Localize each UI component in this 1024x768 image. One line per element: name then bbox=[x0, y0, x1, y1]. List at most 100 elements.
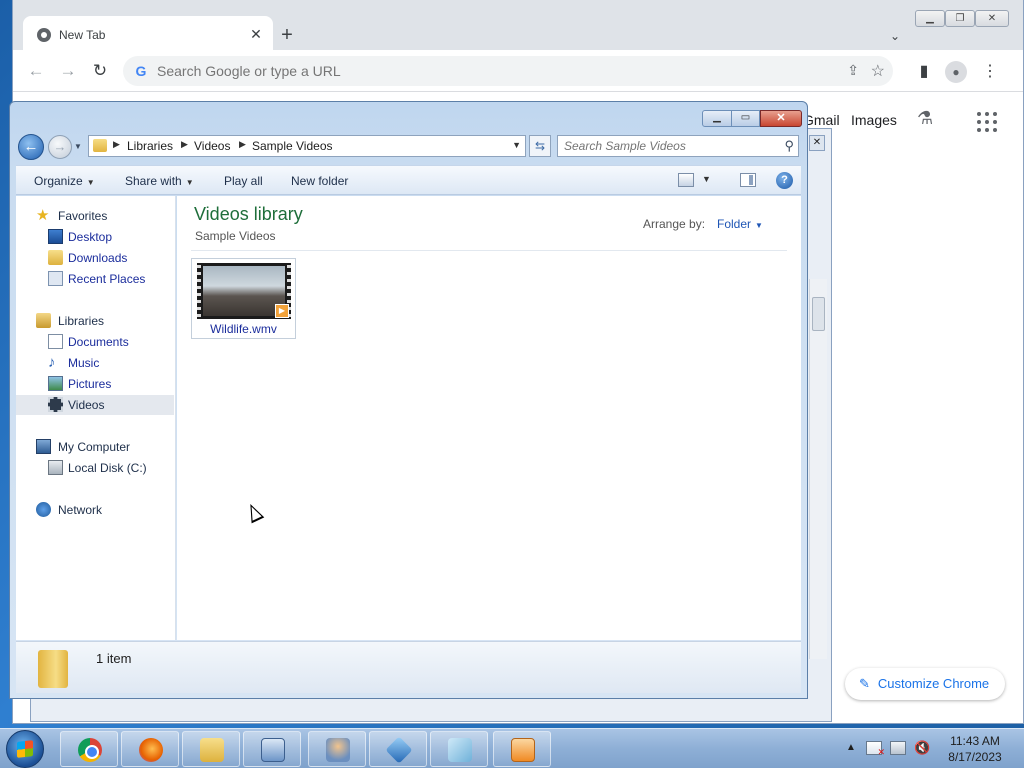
customize-chrome-button[interactable]: ✎ Customize Chrome bbox=[845, 668, 1005, 700]
chrome-favicon-icon bbox=[37, 28, 51, 42]
nav-my-computer[interactable]: My Computer bbox=[16, 437, 174, 457]
chrome-menu-kebab-icon[interactable]: ⋮ bbox=[979, 61, 1001, 83]
share-with-label: Share with bbox=[125, 174, 182, 188]
search-labs-flask-icon[interactable]: ⚗ bbox=[917, 108, 941, 132]
breadcrumb-separator-icon[interactable]: ▶ bbox=[181, 139, 188, 150]
view-options-chevron-icon[interactable]: ▼ bbox=[702, 174, 711, 184]
taskbar-media-player-button[interactable] bbox=[493, 731, 551, 767]
side-panel-icon[interactable]: ▮ bbox=[913, 61, 935, 83]
background-window-scrollbar[interactable] bbox=[809, 279, 827, 659]
folder-icon bbox=[93, 139, 107, 152]
taskbar-notepad-button[interactable] bbox=[430, 731, 488, 767]
profile-avatar-icon[interactable]: ● bbox=[945, 61, 967, 83]
forward-arrow-icon[interactable]: → bbox=[57, 60, 79, 82]
explorer-window: ▁ ▭ ✕ ← → ▼ ▶ Libraries ▶ Videos ▶ Sampl… bbox=[9, 101, 808, 699]
change-view-icon[interactable] bbox=[678, 173, 694, 187]
file-item[interactable]: ▶ Wildlife.wmv bbox=[191, 258, 296, 339]
share-icon[interactable]: ⇪ bbox=[847, 62, 859, 79]
desktop-icon bbox=[48, 229, 63, 244]
nav-recent-places[interactable]: Recent Places bbox=[16, 269, 174, 289]
omnibox[interactable]: G ⇪ ☆ bbox=[123, 56, 893, 86]
bookmark-star-icon[interactable]: ☆ bbox=[871, 61, 885, 81]
recent-places-icon bbox=[48, 271, 63, 286]
breadcrumb-separator-icon[interactable]: ▶ bbox=[113, 139, 120, 150]
nav-videos[interactable]: Videos bbox=[16, 395, 174, 415]
nav-label: Documents bbox=[68, 335, 129, 349]
google-apps-grid-icon[interactable] bbox=[977, 112, 997, 132]
start-button[interactable] bbox=[6, 730, 44, 768]
explorer-maximize-button[interactable]: ▭ bbox=[732, 110, 760, 127]
chrome-toolbar: ← → ↻ G ⇪ ☆ ▮ ● ⋮ bbox=[13, 50, 1023, 92]
refresh-icon[interactable]: ⇆ bbox=[529, 135, 551, 157]
chrome-close-button[interactable]: ✕ bbox=[975, 10, 1009, 27]
play-all-button[interactable]: Play all bbox=[224, 174, 263, 188]
nav-label: Network bbox=[58, 503, 103, 517]
search-box[interactable]: ⚲ bbox=[557, 135, 799, 157]
chrome-minimize-button[interactable]: ▁ bbox=[915, 10, 945, 27]
nav-documents[interactable]: Documents bbox=[16, 332, 174, 352]
omnibox-input[interactable] bbox=[157, 61, 837, 81]
network-status-icon[interactable] bbox=[890, 741, 906, 755]
taskbar-users-button[interactable] bbox=[308, 731, 366, 767]
command-bar: Organize ▼ Share with ▼ Play all New folde… bbox=[16, 165, 801, 195]
chrome-restore-button[interactable]: ❐ bbox=[945, 10, 975, 27]
preview-pane-icon[interactable] bbox=[740, 173, 756, 187]
explorer-minimize-button[interactable]: ▁ bbox=[702, 110, 732, 127]
nav-local-disk[interactable]: Local Disk (C:) bbox=[16, 458, 174, 478]
content-pane: Videos library Sample Videos Arrange by:… bbox=[177, 196, 801, 640]
forward-button[interactable]: → bbox=[48, 135, 72, 159]
action-center-flag-icon[interactable] bbox=[866, 741, 885, 758]
arrange-by-dropdown[interactable]: Folder ▼ bbox=[717, 217, 763, 231]
nav-network[interactable]: Network bbox=[16, 500, 174, 520]
breadcrumb-videos[interactable]: Videos bbox=[194, 139, 230, 153]
gmail-link[interactable]: Gmail bbox=[803, 112, 840, 128]
nav-favorites[interactable]: ★ Favorites bbox=[16, 206, 174, 226]
taskbar-explorer-button[interactable] bbox=[182, 731, 240, 767]
details-pane: 1 item bbox=[16, 641, 801, 693]
volume-muted-icon[interactable]: 🔇 bbox=[914, 741, 930, 755]
nav-downloads[interactable]: Downloads bbox=[16, 248, 174, 268]
back-arrow-icon[interactable]: ← bbox=[25, 60, 47, 82]
taskbar-firefox-button[interactable] bbox=[121, 731, 179, 767]
folder-icon bbox=[38, 650, 68, 688]
search-icon[interactable]: ⚲ bbox=[784, 138, 794, 154]
taskbar-chrome-button[interactable] bbox=[60, 731, 118, 767]
breadcrumb-sample-videos[interactable]: Sample Videos bbox=[252, 139, 333, 153]
network-globe-icon bbox=[36, 502, 51, 517]
new-tab-button[interactable]: + bbox=[275, 24, 299, 48]
organize-button[interactable]: Organize ▼ bbox=[34, 174, 95, 188]
tab-title: New Tab bbox=[59, 28, 106, 42]
google-g-icon: G bbox=[135, 63, 147, 79]
breadcrumb-libraries[interactable]: Libraries bbox=[127, 139, 173, 153]
show-hidden-icons-icon[interactable]: ▲ bbox=[846, 742, 856, 753]
nav-desktop[interactable]: Desktop bbox=[16, 227, 174, 247]
background-window-close-icon[interactable]: ✕ bbox=[809, 135, 825, 151]
search-input[interactable] bbox=[564, 139, 764, 153]
tab-new-tab[interactable]: New Tab ✕ bbox=[23, 16, 273, 54]
share-with-button[interactable]: Share with ▼ bbox=[125, 174, 194, 188]
tab-search-chevron-icon[interactable]: ⌄ bbox=[885, 26, 905, 46]
nav-libraries[interactable]: Libraries bbox=[16, 311, 174, 331]
file-name: Wildlife.wmv bbox=[210, 322, 277, 336]
nav-label: Pictures bbox=[68, 377, 112, 391]
clock-date[interactable]: 8/17/2023 bbox=[944, 750, 1006, 764]
new-folder-button[interactable]: New folder bbox=[291, 174, 348, 188]
tab-close-icon[interactable]: ✕ bbox=[247, 25, 265, 43]
clock-time[interactable]: 11:43 AM bbox=[944, 734, 1006, 748]
reload-icon[interactable]: ↻ bbox=[89, 60, 111, 82]
taskbar-cube-app-button[interactable] bbox=[369, 731, 427, 767]
help-icon[interactable]: ? bbox=[776, 172, 793, 189]
back-button[interactable]: ← bbox=[18, 134, 44, 160]
taskbar-control-panel-button[interactable] bbox=[243, 731, 301, 767]
chevron-down-icon: ▼ bbox=[755, 221, 763, 230]
nav-music[interactable]: ♪ Music bbox=[16, 353, 174, 373]
scrollbar-thumb[interactable] bbox=[812, 297, 825, 331]
nav-pictures[interactable]: Pictures bbox=[16, 374, 174, 394]
address-bar[interactable]: ▶ Libraries ▶ Videos ▶ Sample Videos ▼ bbox=[88, 135, 526, 157]
images-link[interactable]: Images bbox=[851, 112, 897, 128]
recent-pages-chevron-icon[interactable]: ▼ bbox=[74, 142, 82, 151]
breadcrumb-separator-icon[interactable]: ▶ bbox=[239, 139, 246, 150]
library-title: Videos library bbox=[194, 204, 303, 224]
address-dropdown-icon[interactable]: ▼ bbox=[512, 140, 521, 150]
explorer-close-button[interactable]: ✕ bbox=[760, 110, 802, 127]
